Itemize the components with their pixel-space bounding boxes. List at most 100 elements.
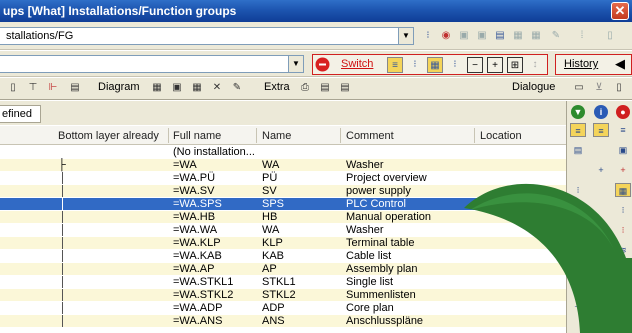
extra-menu[interactable]: Extra <box>264 81 290 93</box>
full-name-cell: =WA.STKL1 <box>173 276 234 288</box>
copy-icon[interactable]: ▣ <box>456 28 472 44</box>
property-icon[interactable]: ⊩ <box>46 81 60 95</box>
table-row[interactable]: =WA.SPS SPS PLC Control <box>0 198 566 210</box>
delete-icon[interactable]: ✎ <box>548 28 564 44</box>
more-icon[interactable]: ▯ <box>602 28 618 44</box>
expand-all-icon[interactable]: ⊞ <box>507 57 523 73</box>
stop-icon[interactable] <box>314 56 331 73</box>
panel-icon[interactable]: ▯ <box>612 81 626 95</box>
table-row[interactable]: =WA.STKL2 STKL2 Summenlisten <box>0 289 566 301</box>
grid-side-icon[interactable]: ▦ <box>615 183 631 197</box>
diagram1-icon[interactable]: ▦ <box>150 81 164 95</box>
list-icon-3[interactable]: ≡ <box>615 123 631 137</box>
table-row[interactable]: (No installation... <box>0 146 566 158</box>
column-header-full-name[interactable]: Full name <box>173 130 221 142</box>
comment-cell: Summenlisten <box>346 289 416 301</box>
table-row[interactable]: =WA.KLP KLP Terminal table <box>0 237 566 249</box>
back-arrow-icon[interactable]: ◀ <box>615 56 625 72</box>
list-icon-1[interactable]: ≡ <box>570 123 586 137</box>
diagram-delete-icon[interactable]: ✕ <box>210 81 224 95</box>
table-row[interactable]: =WA.HB HB Manual operation <box>0 211 566 223</box>
column-separator[interactable] <box>168 128 169 143</box>
layout-icon[interactable]: ▤ <box>68 81 82 95</box>
switch-label[interactable]: Switch <box>341 58 373 70</box>
sort-icon[interactable]: ↕ <box>527 57 543 73</box>
filter-tab[interactable]: efined <box>0 105 41 123</box>
column-header-name[interactable]: Name <box>262 130 291 142</box>
column-separator[interactable] <box>256 128 257 143</box>
diagram-menu[interactable]: Diagram <box>98 81 140 93</box>
filter-tree-icon[interactable]: ⊤ <box>26 81 40 95</box>
table-icon[interactable]: ▦ <box>528 28 544 44</box>
table-row[interactable]: =WA.STKL1 STKL1 Single list <box>0 276 566 288</box>
table-row[interactable]: =WA.WA WA Washer <box>0 224 566 236</box>
tree-line <box>62 302 63 314</box>
red-stop-icon[interactable]: ● <box>616 105 630 119</box>
comment-cell: Core plan <box>346 302 394 314</box>
grid-list-icon[interactable]: ▦ <box>427 57 443 73</box>
tree-side-icon[interactable]: ⁝ <box>615 203 631 217</box>
green-filter-icon[interactable]: ▼ <box>571 105 585 119</box>
diagram2-icon[interactable]: ▣ <box>170 81 184 95</box>
column-header-comment[interactable]: Comment <box>346 130 394 142</box>
tree-line <box>62 250 63 262</box>
minimize-panel-icon[interactable]: ⊻ <box>592 81 606 95</box>
full-name-cell: =WA <box>173 159 197 171</box>
print-icon[interactable]: ⎙ <box>298 81 312 95</box>
column-separator[interactable] <box>340 128 341 143</box>
bar-side-icon[interactable]: ▌ <box>570 267 586 281</box>
table-row[interactable]: =WA.ADP ADP Core plan <box>0 302 566 314</box>
info-icon[interactable]: i <box>594 105 608 119</box>
tree-line <box>62 185 63 197</box>
table-row[interactable]: =WA.PÜ PÜ Project overview <box>0 172 566 184</box>
tree-list-side-icon[interactable]: ⁝ <box>570 183 586 197</box>
list-icon-2[interactable]: ≡ <box>593 123 609 137</box>
more-side-icon[interactable]: ≡ <box>615 267 631 281</box>
tree-list-icon[interactable]: ⁝ <box>407 57 423 73</box>
name-cell: ADP <box>262 302 285 314</box>
tree-icon[interactable]: ⁝ <box>420 28 436 44</box>
tree-line <box>62 211 63 223</box>
name-cell: KAB <box>262 250 285 262</box>
object-combo[interactable] <box>0 55 294 73</box>
object-combo-dropdown[interactable]: ▼ <box>288 55 304 73</box>
paste-icon[interactable]: ▣ <box>474 28 490 44</box>
path-field[interactable]: stallations/FG <box>0 27 412 45</box>
column-header-bottom-layer[interactable]: Bottom layer already <box>58 130 159 142</box>
sort-side-icon[interactable]: ≋ <box>615 243 631 257</box>
dialogue-menu[interactable]: Dialogue <box>512 81 555 93</box>
grid-icon[interactable]: ▦ <box>510 28 526 44</box>
table-row[interactable]: =WA.AP AP Assembly plan <box>0 263 566 275</box>
move-icon[interactable]: + <box>593 163 609 177</box>
column-icon[interactable]: ▯ <box>6 81 20 95</box>
table-row[interactable]: ├ =WA WA Washer <box>0 159 566 171</box>
tree2-icon[interactable]: ⁝ <box>447 57 463 73</box>
edit-icon[interactable]: ✎ <box>230 81 244 95</box>
doc-icon[interactable]: ▤ <box>338 81 352 95</box>
comment-cell: power supply <box>346 185 411 197</box>
column-header-location[interactable]: Location <box>480 130 522 142</box>
split-icon[interactable]: ⁞ <box>574 28 590 44</box>
full-name-cell: =WA.WA <box>173 224 218 236</box>
expand-icon[interactable]: + <box>487 57 503 73</box>
save-icon[interactable]: ▤ <box>492 28 508 44</box>
switch-list-icon[interactable]: ≡ <box>387 57 403 73</box>
copy-list-icon[interactable]: ▣ <box>615 143 631 157</box>
history-label[interactable]: History <box>564 58 598 70</box>
window-icon[interactable]: ▭ <box>572 81 586 95</box>
add-list-icon[interactable]: + <box>615 163 631 177</box>
comment-cell: Manual operation <box>346 211 432 223</box>
collapse-icon[interactable]: − <box>467 57 483 73</box>
column-separator[interactable] <box>474 128 475 143</box>
path-dropdown-button[interactable]: ▼ <box>398 27 414 45</box>
table-row[interactable]: =WA.ANS ANS Anschlusspläne <box>0 315 566 327</box>
pdf-icon[interactable]: ▤ <box>318 81 332 95</box>
diagram3-icon[interactable]: ▦ <box>190 81 204 95</box>
table-row[interactable]: =WA.SV SV power supply <box>0 185 566 197</box>
screen-icon[interactable]: ▤ <box>570 143 586 157</box>
table-row[interactable]: =WA.KAB KAB Cable list <box>0 250 566 262</box>
down-side-icon[interactable]: ⊥ <box>570 297 586 311</box>
filter-icon[interactable]: ◉ <box>438 28 454 44</box>
remove-side-icon[interactable]: ⁝ <box>615 223 631 237</box>
close-button[interactable]: ✕ <box>611 2 629 20</box>
